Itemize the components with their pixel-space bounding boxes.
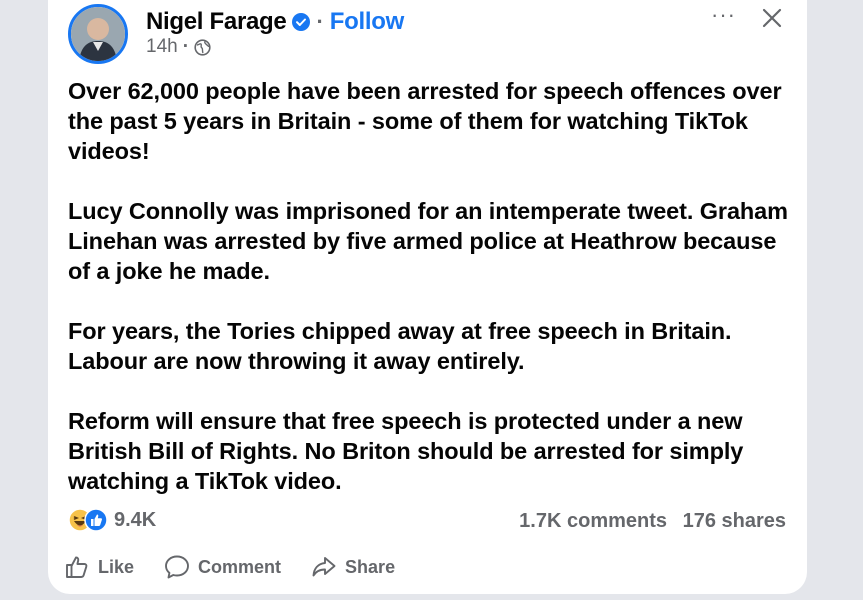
like-button[interactable]: Like	[64, 554, 134, 580]
author-line: Nigel Farage · Follow	[146, 8, 404, 36]
comment-bubble-icon	[165, 555, 189, 579]
meta-separator: ·	[182, 36, 190, 57]
action-bar: Like Comment Share	[64, 554, 425, 580]
author-name[interactable]: Nigel Farage	[146, 8, 287, 36]
post-header: Nigel Farage · Follow 14h · ···	[68, 2, 788, 66]
engagement-stats: 9.4K 1.7K comments 176 shares	[68, 506, 786, 536]
thumbs-up-icon	[66, 556, 88, 578]
verified-badge-icon	[292, 13, 311, 31]
comment-label: Comment	[198, 556, 282, 577]
share-button[interactable]: Share	[311, 554, 395, 580]
share-label: Share	[345, 556, 396, 577]
post-timestamp[interactable]: 14h	[146, 36, 178, 58]
close-icon[interactable]	[760, 6, 784, 30]
post-paragraph: For years, the Tories chipped away at fr…	[68, 318, 732, 374]
post-meta: 14h ·	[146, 36, 211, 58]
share-arrow-icon	[312, 557, 336, 577]
post-card: Nigel Farage · Follow 14h · ··· Over 62,…	[48, 0, 807, 594]
shares-count[interactable]: 176 shares	[683, 510, 786, 532]
reactions-summary[interactable]: 9.4K	[68, 508, 156, 532]
post-paragraph: Lucy Connolly was imprisoned for an inte…	[68, 198, 788, 284]
post-paragraph: Reform will ensure that free speech is p…	[68, 408, 744, 494]
author-avatar[interactable]	[68, 4, 128, 64]
like-reaction-icon	[84, 508, 108, 532]
more-options-button[interactable]: ···	[711, 2, 736, 28]
post-paragraph: Over 62,000 people have been arrested fo…	[68, 78, 782, 164]
comments-count[interactable]: 1.7K comments	[519, 510, 667, 532]
reaction-icons	[68, 508, 110, 532]
comment-share-counts: 1.7K comments 176 shares	[519, 510, 786, 533]
follow-button[interactable]: Follow	[330, 8, 404, 36]
post-body: Over 62,000 people have been arrested fo…	[68, 76, 798, 496]
reaction-count: 9.4K	[114, 508, 157, 531]
globe-icon	[194, 38, 211, 56]
like-label: Like	[98, 556, 135, 577]
separator-dot: ·	[316, 9, 324, 34]
comment-button[interactable]: Comment	[164, 554, 281, 580]
